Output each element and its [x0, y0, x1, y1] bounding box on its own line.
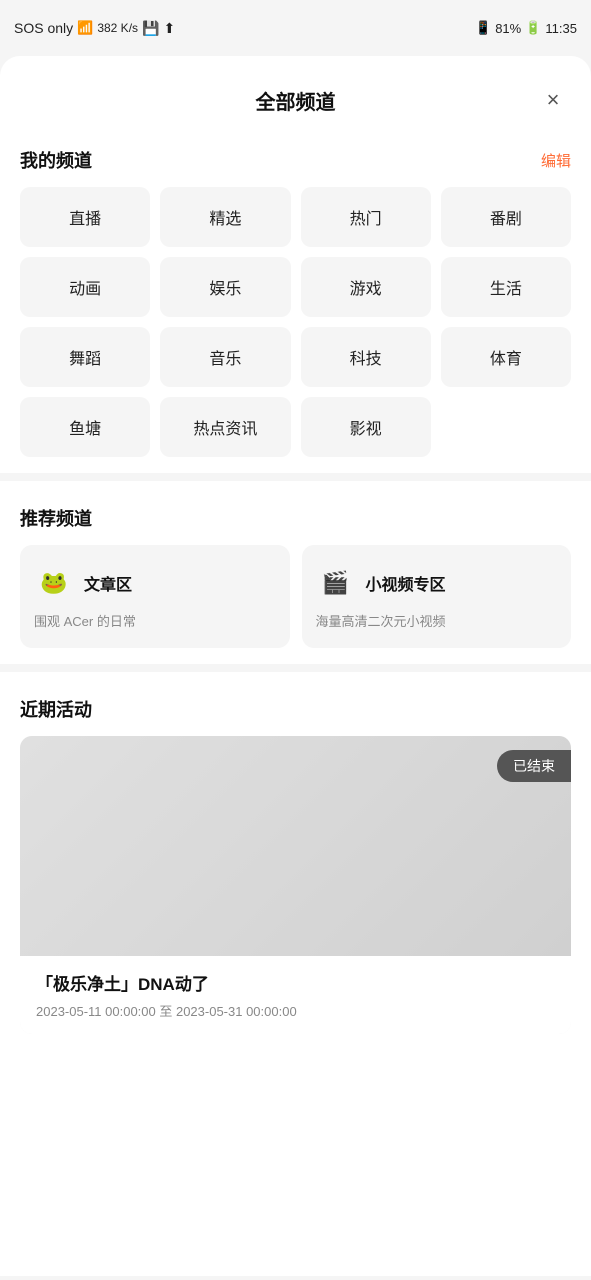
activity-info: 「极乐净土」DNA动了 2023-05-11 00:00:00 至 2023-0… — [20, 956, 571, 1034]
time-text: 11:35 — [545, 21, 577, 36]
channel-grid: 直播精选热门番剧动画娱乐游戏生活舞蹈音乐科技体育鱼塘热点资讯影视 — [20, 187, 571, 457]
my-channels-header: 我的频道 编辑 — [20, 147, 571, 173]
channel-item[interactable]: 娱乐 — [160, 257, 290, 317]
channel-item[interactable]: 影视 — [301, 397, 431, 457]
channel-item[interactable]: 精选 — [160, 187, 290, 247]
recommend-card[interactable]: 🎬 小视频专区海量高清二次元小视频 — [302, 545, 572, 648]
divider-1 — [0, 473, 591, 481]
signal-icon: 📶 — [77, 20, 93, 36]
status-bar: SOS only 📶 382 K/s 💾 ⬆ 📱 81% 🔋 11:35 — [0, 0, 591, 56]
recommended-title: 推荐频道 — [20, 505, 92, 531]
recommend-icon: 🎬 — [316, 563, 356, 603]
main-content: 全部频道 × 我的频道 编辑 直播精选热门番剧动画娱乐游戏生活舞蹈音乐科技体育鱼… — [0, 56, 591, 1276]
status-left: SOS only 📶 382 K/s 💾 ⬆ — [14, 20, 175, 37]
status-right: 📱 81% 🔋 11:35 — [475, 20, 577, 36]
channel-item[interactable]: 热门 — [301, 187, 431, 247]
edit-button[interactable]: 编辑 — [541, 150, 571, 171]
recommend-desc: 围观 ACer 的日常 — [34, 611, 276, 630]
recommend-name: 文章区 — [84, 571, 132, 595]
page-header: 全部频道 × — [0, 56, 591, 131]
my-channels-title: 我的频道 — [20, 147, 92, 173]
divider-2 — [0, 664, 591, 672]
recent-activity-title: 近期活动 — [20, 696, 92, 722]
recommended-section: 推荐频道 🐸 文章区围观 ACer 的日常 🎬 小视频专区海量高清二次元小视频 — [0, 489, 591, 656]
activity-image — [20, 736, 571, 956]
recommended-header: 推荐频道 — [20, 505, 571, 531]
channel-item[interactable]: 生活 — [441, 257, 571, 317]
channel-item[interactable]: 番剧 — [441, 187, 571, 247]
activity-date: 2023-05-11 00:00:00 至 2023-05-31 00:00:0… — [36, 1001, 555, 1020]
activity-badge: 已结束 — [497, 750, 571, 782]
channel-item[interactable]: 动画 — [20, 257, 150, 317]
channel-item[interactable]: 音乐 — [160, 327, 290, 387]
activity-title: 「极乐净土」DNA动了 — [36, 970, 555, 995]
channel-item[interactable]: 科技 — [301, 327, 431, 387]
channel-item[interactable]: 舞蹈 — [20, 327, 150, 387]
activity-card[interactable]: 已结束 「极乐净土」DNA动了 2023-05-11 00:00:00 至 20… — [20, 736, 571, 1034]
recommend-name: 小视频专区 — [366, 571, 446, 595]
recent-activity-header: 近期活动 — [20, 696, 571, 722]
sos-text: SOS only — [14, 20, 73, 36]
phone-icon: 📱 — [475, 20, 491, 36]
channel-item[interactable]: 直播 — [20, 187, 150, 247]
recommend-grid: 🐸 文章区围观 ACer 的日常 🎬 小视频专区海量高清二次元小视频 — [20, 545, 571, 648]
channel-item[interactable]: 体育 — [441, 327, 571, 387]
battery-icon: 🔋 — [525, 20, 541, 36]
upload-icon: ⬆ — [163, 20, 175, 37]
speed-text: 382 K/s — [97, 21, 138, 35]
page-title: 全部频道 — [256, 86, 336, 115]
my-channels-section: 我的频道 编辑 直播精选热门番剧动画娱乐游戏生活舞蹈音乐科技体育鱼塘热点资讯影视 — [0, 131, 591, 465]
battery-text: 81% — [495, 21, 521, 36]
channel-item[interactable]: 热点资讯 — [160, 397, 290, 457]
storage-icon: 💾 — [142, 20, 159, 37]
recommend-icon: 🐸 — [34, 563, 74, 603]
channel-item[interactable]: 鱼塘 — [20, 397, 150, 457]
recommend-card[interactable]: 🐸 文章区围观 ACer 的日常 — [20, 545, 290, 648]
close-button[interactable]: × — [535, 82, 571, 118]
recommend-desc: 海量高清二次元小视频 — [316, 611, 558, 630]
recent-activity-section: 近期活动 已结束 「极乐净土」DNA动了 2023-05-11 00:00:00… — [0, 680, 591, 1034]
channel-item[interactable]: 游戏 — [301, 257, 431, 317]
